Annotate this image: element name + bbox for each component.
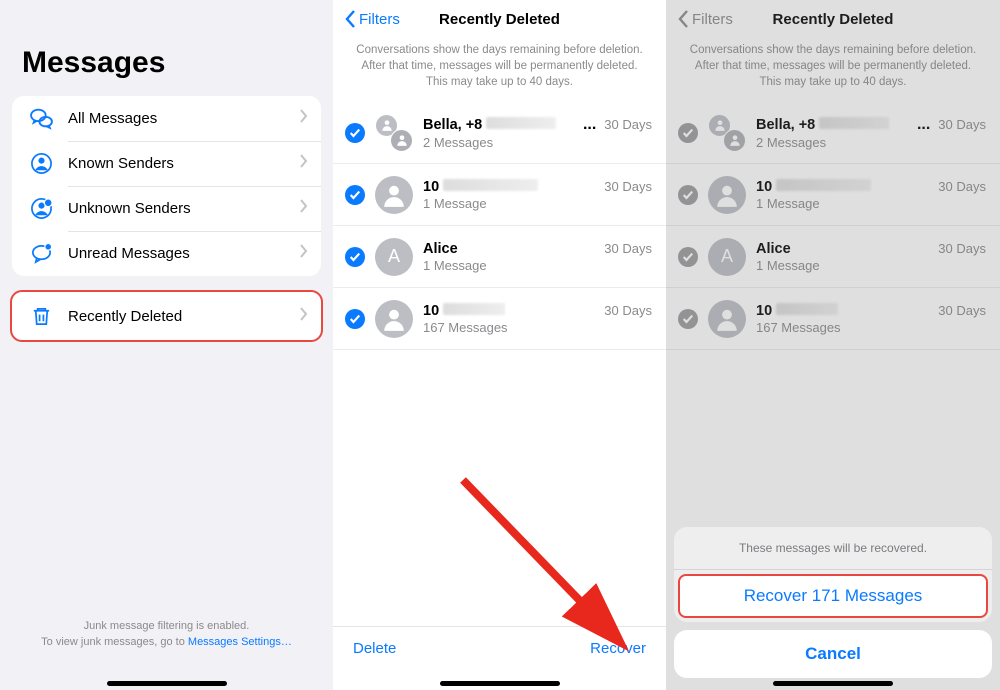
chevron-right-icon (299, 244, 309, 263)
action-sheet-title: These messages will be recovered. (674, 527, 992, 570)
person-circle-icon (28, 151, 54, 177)
redacted-text (443, 303, 505, 315)
bubble-dot-icon (28, 241, 54, 267)
filter-all-messages[interactable]: All Messages (12, 96, 321, 141)
page-title: Messages (0, 0, 333, 96)
footer-text: Junk message filtering is enabled. To vi… (0, 619, 333, 650)
days-remaining: 30 Days (604, 117, 652, 132)
recently-deleted-screen-selection: Filters Recently Deleted Conversations s… (333, 0, 666, 690)
group-avatar-icon (375, 114, 413, 152)
checkmark-selected-icon[interactable] (345, 247, 365, 267)
cancel-button[interactable]: Cancel (674, 630, 992, 678)
recently-deleted-screen-actionsheet: Filters Recently Deleted Conversations s… (666, 0, 1000, 690)
days-remaining: 30 Days (604, 303, 652, 318)
action-sheet: These messages will be recovered. Recove… (674, 527, 992, 678)
conversation-name: 10 (423, 179, 439, 195)
nav-title: Recently Deleted (439, 11, 560, 28)
conversation-row[interactable]: Bella, +8 ... 30 Days 2 Messages (333, 102, 666, 164)
filter-known-senders[interactable]: Known Senders (12, 141, 321, 186)
filter-unread-messages[interactable]: Unread Messages (12, 231, 321, 276)
days-remaining: 30 Days (604, 241, 652, 256)
person-avatar-icon (375, 300, 413, 338)
filter-unknown-senders[interactable]: ? Unknown Senders (12, 186, 321, 231)
chevron-right-icon (299, 307, 309, 326)
bottom-toolbar: Delete Recover (333, 626, 666, 670)
checkmark-selected-icon[interactable] (345, 123, 365, 143)
chevron-right-icon (299, 154, 309, 173)
messages-settings-link[interactable]: Messages Settings… (188, 636, 292, 648)
redacted-text (486, 117, 556, 129)
nav-header: Filters Recently Deleted (333, 0, 666, 38)
home-indicator[interactable] (107, 681, 227, 686)
filter-list: All Messages Known Senders ? Unknown Sen… (12, 96, 321, 276)
recently-deleted-row[interactable]: Recently Deleted (12, 292, 321, 340)
chevron-right-icon (299, 199, 309, 218)
deletion-subtext: Conversations show the days remaining be… (333, 38, 666, 102)
back-button[interactable]: Filters (345, 10, 400, 28)
checkmark-selected-icon[interactable] (345, 185, 365, 205)
recover-messages-button[interactable]: Recover 171 Messages (678, 574, 988, 618)
conversation-row[interactable]: 10 30 Days 167 Messages (333, 288, 666, 350)
message-count: 1 Message (423, 258, 652, 273)
conversation-name: Bella, +8 (423, 117, 482, 133)
recover-button[interactable]: Recover (590, 640, 646, 657)
chevron-right-icon (299, 109, 309, 128)
conversation-row[interactable]: A Alice 30 Days 1 Message (333, 226, 666, 288)
conversation-name: 10 (423, 303, 439, 319)
checkmark-selected-icon[interactable] (345, 309, 365, 329)
message-count: 2 Messages (423, 135, 652, 150)
delete-button[interactable]: Delete (353, 640, 396, 657)
person-avatar-icon (375, 176, 413, 214)
redacted-text (443, 179, 538, 191)
recently-deleted-row-highlighted: Recently Deleted (10, 290, 323, 342)
message-count: 167 Messages (423, 320, 652, 335)
person-question-icon: ? (28, 196, 54, 222)
conversation-list: Bella, +8 ... 30 Days 2 Messages 10 3 (333, 102, 666, 350)
svg-text:?: ? (46, 201, 50, 207)
bubbles-icon (28, 106, 54, 132)
chevron-left-icon (345, 10, 357, 28)
days-remaining: 30 Days (604, 179, 652, 194)
messages-filter-screen: Messages All Messages Known Senders ? U (0, 0, 333, 690)
trash-icon (28, 303, 54, 329)
letter-avatar-icon: A (375, 238, 413, 276)
conversation-name: Alice (423, 241, 458, 257)
home-indicator[interactable] (773, 681, 893, 686)
message-count: 1 Message (423, 196, 652, 211)
conversation-row[interactable]: 10 30 Days 1 Message (333, 164, 666, 226)
home-indicator[interactable] (440, 681, 560, 686)
